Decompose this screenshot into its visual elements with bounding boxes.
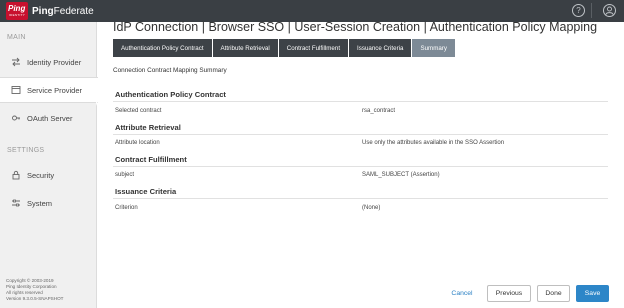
key-icon [11, 113, 21, 123]
product-name-bold: Ping [32, 5, 54, 17]
top-bar: Ping IDENTITY PingFederate ? [0, 0, 624, 22]
product-name: PingFederate [32, 6, 94, 17]
sidebar-item-label: Identity Provider [27, 57, 82, 67]
tab-contract-fulfillment[interactable]: Contract Fulfillment [278, 39, 350, 57]
sidebar-item-label: Service Provider [27, 85, 83, 95]
logo-mark-subtext: IDENTITY [9, 13, 26, 17]
summary-row-value: rsa_contract [362, 108, 396, 114]
version-line: Version 9.3.0.5-SNAPSHOT [6, 296, 64, 301]
section-subtitle: Connection Contract Mapping Summary [113, 67, 227, 74]
sidebar-item-service-provider[interactable]: Service Provider [0, 77, 98, 103]
help-icon[interactable]: ? [572, 4, 585, 17]
sidebar-item-label: System [27, 198, 53, 208]
sidebar-item-security[interactable]: Security [0, 162, 97, 188]
sliders-icon [11, 198, 21, 208]
sidebar-heading-main: MAIN [7, 34, 26, 41]
header-divider [591, 3, 592, 18]
copyright-notice: Copyright © 2003-2019 Ping Identity Corp… [6, 278, 63, 302]
product-name-regular: Federate [53, 5, 94, 17]
summary-row-value: Use only the attributes available in the… [362, 140, 505, 146]
group-divider [113, 101, 608, 102]
save-button[interactable]: Save [576, 285, 609, 302]
swap-icon [11, 57, 21, 67]
summary-group-title: Issuance Criteria [115, 187, 177, 196]
wizard-tabs: Authentication Policy Contract Attribute… [113, 39, 456, 57]
tab-summary[interactable]: Summary [412, 39, 456, 57]
summary-group-title: Contract Fulfillment [115, 155, 187, 164]
group-divider [113, 166, 608, 167]
window-icon [11, 85, 21, 95]
cancel-button[interactable]: Cancel [448, 285, 476, 302]
summary-row-label: subject [115, 172, 135, 178]
tab-attribute-retrieval[interactable]: Attribute Retrieval [212, 39, 279, 57]
done-button[interactable]: Done [537, 285, 570, 302]
person-icon [605, 6, 614, 15]
page-title: IdP Connection | Browser SSO | User-Sess… [113, 20, 598, 34]
logo-mark-text: Ping [8, 4, 26, 13]
tab-issuance-criteria[interactable]: Issuance Criteria [349, 39, 413, 57]
summary-row-value: (None) [362, 205, 381, 211]
user-icon[interactable] [603, 4, 616, 17]
group-divider [113, 198, 608, 199]
sidebar-item-label: Security [27, 170, 55, 180]
tab-authentication-policy-contract[interactable]: Authentication Policy Contract [113, 39, 213, 57]
summary-row-label: Selected contract [115, 108, 162, 114]
summary-row-value: SAML_SUBJECT (Assertion) [362, 172, 440, 178]
sidebar-heading-settings: SETTINGS [7, 147, 45, 154]
sidebar-item-label: OAuth Server [27, 113, 73, 123]
ping-logo-mark: Ping IDENTITY [6, 2, 28, 20]
summary-group-title: Attribute Retrieval [115, 123, 181, 132]
summary-group-title: Authentication Policy Contract [115, 90, 226, 99]
pingfederate-logo[interactable]: Ping IDENTITY PingFederate [6, 2, 94, 20]
group-divider [113, 134, 608, 135]
summary-row-label: Attribute location [115, 140, 160, 146]
lock-icon [11, 170, 21, 180]
sidebar-item-system[interactable]: System [0, 190, 97, 216]
summary-row-label: Criterion [115, 205, 138, 211]
previous-button[interactable]: Previous [487, 285, 531, 302]
sidebar-item-identity-provider[interactable]: Identity Provider [0, 49, 97, 75]
active-item-caret [96, 80, 101, 106]
sidebar: MAIN Identity Provider Service Provider … [0, 22, 98, 308]
sidebar-item-oauth-server[interactable]: OAuth Server [0, 105, 97, 131]
